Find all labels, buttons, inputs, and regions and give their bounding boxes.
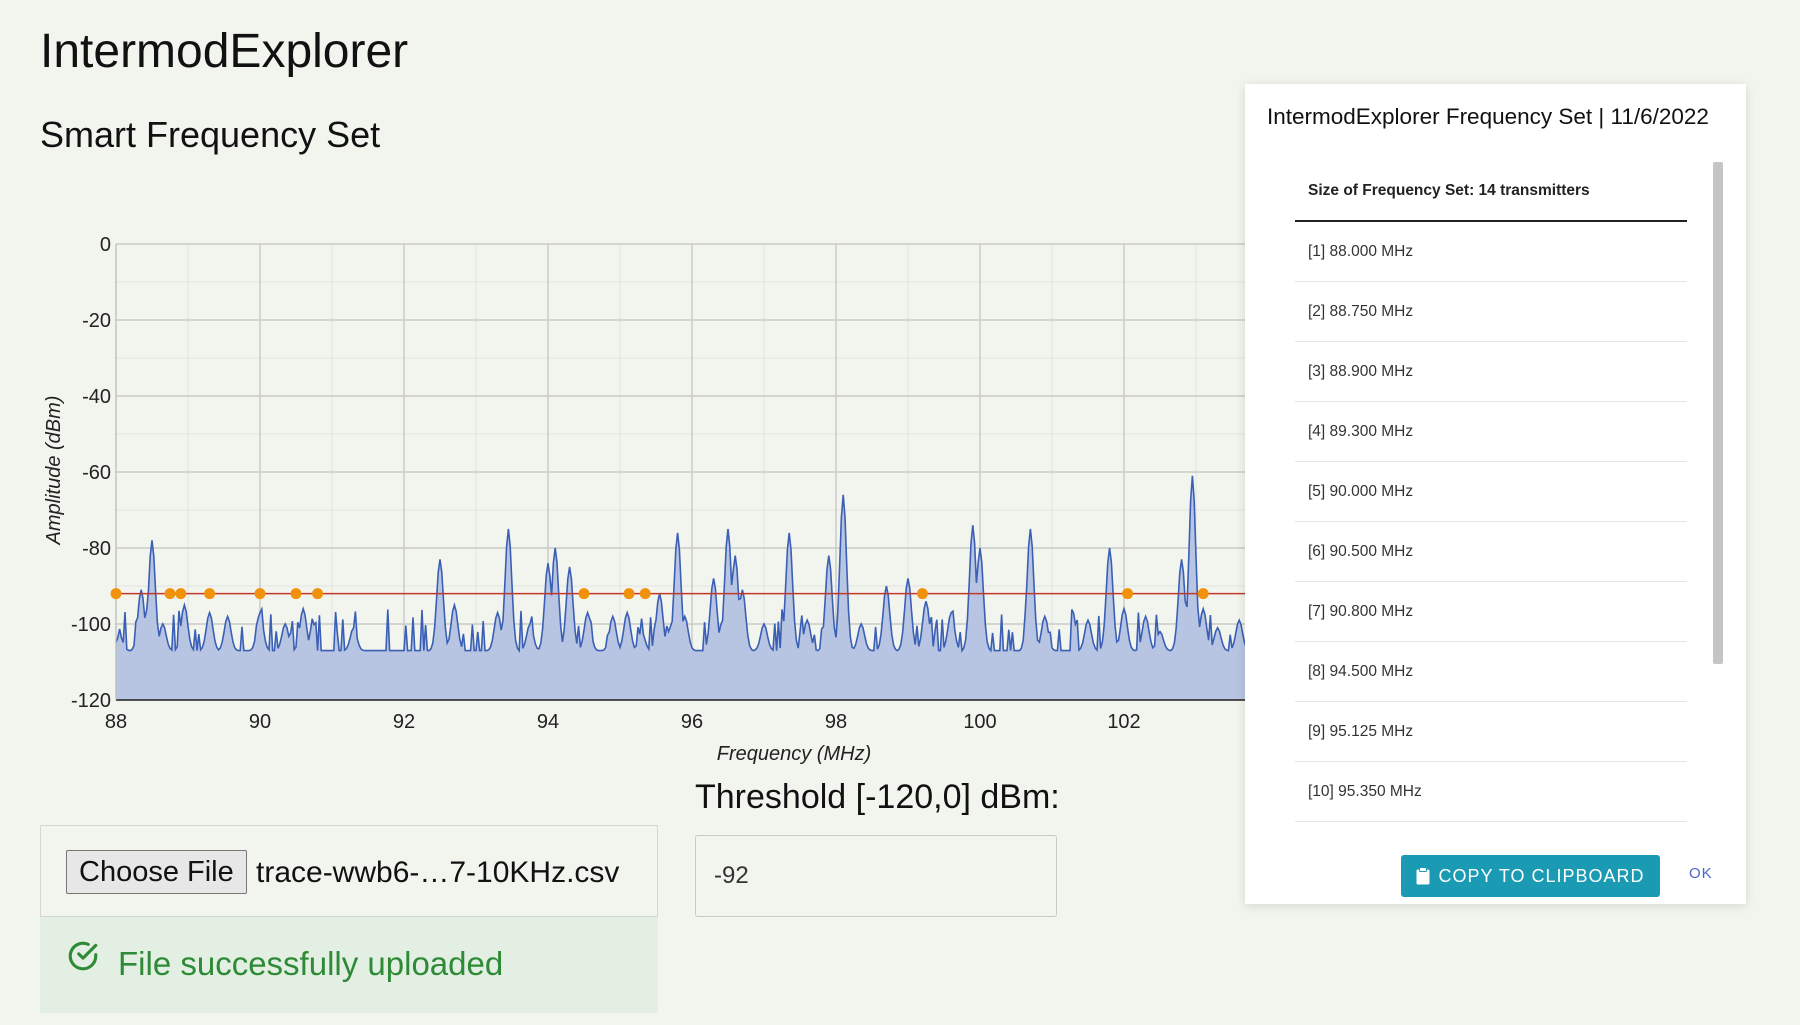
list-item: [9] 95.125 MHz (1295, 702, 1687, 762)
copy-to-clipboard-label: COPY TO CLIPBOARD (1438, 865, 1645, 886)
y-axis-label: Amplitude (dBm) (43, 396, 65, 546)
spectrum-chart-area: 0 -20 -40 -60 -80 -100 -120 88 90 92 94 96 98 100 102 F… (0, 0, 1245, 780)
file-upload-panel: Choose File trace-wwb6-…7-10KHz.csv (40, 825, 658, 917)
frequency-set-dialog: IntermodExplorer Frequency Set | 11/6/20… (1245, 84, 1746, 904)
list-item: [2] 88.750 MHz (1295, 282, 1687, 342)
dialog-title: IntermodExplorer Frequency Set | 11/6/20… (1267, 104, 1709, 129)
frequency-marker (254, 588, 266, 600)
x-tick-label: 94 (537, 711, 559, 733)
frequency-marker (312, 588, 324, 600)
frequency-marker (164, 588, 176, 600)
x-tick-label: 92 (393, 711, 415, 733)
upload-success-alert: File successfully uploaded (40, 917, 658, 1013)
x-tick-label: 90 (249, 711, 271, 733)
frequency-marker (916, 588, 928, 600)
list-item: [4] 89.300 MHz (1295, 402, 1687, 462)
list-item: [10] 95.350 MHz (1295, 762, 1687, 822)
threshold-label: Threshold [-120,0] dBm: (695, 778, 1060, 816)
list-item: [5] 90.000 MHz (1295, 462, 1687, 522)
frequency-marker (578, 588, 590, 600)
list-item: [1] 88.000 MHz (1295, 222, 1687, 282)
choose-file-button[interactable]: Choose File (66, 850, 247, 894)
upload-success-text: File successfully uploaded (118, 945, 504, 982)
frequency-marker (1122, 588, 1134, 600)
x-tick-label: 96 (681, 711, 703, 733)
selected-file-name: trace-wwb6-…7-10KHz.csv (256, 856, 620, 889)
list-item: [8] 94.500 MHz (1295, 642, 1687, 702)
y-tick-label: -120 (71, 690, 111, 712)
frequency-marker (623, 588, 635, 600)
spectrum-chart: 0 -20 -40 -60 -80 -100 -12088 90 92 94 96 98 100 102 F… (43, 234, 1245, 765)
check-circle-icon (68, 941, 98, 971)
frequency-marker (204, 588, 216, 600)
list-item: [3] 88.900 MHz (1295, 342, 1687, 402)
y-tick-label: -60 (82, 462, 111, 484)
threshold-input[interactable] (695, 835, 1057, 917)
y-tick-label: 0 (100, 234, 111, 256)
x-tick-label: 98 (825, 711, 847, 733)
clipboard-icon (1416, 867, 1430, 885)
frequency-set-size-header: Size of Frequency Set: 14 transmitters (1295, 162, 1687, 222)
copy-to-clipboard-button[interactable]: COPY TO CLIPBOARD (1401, 855, 1660, 897)
ok-button[interactable]: OK (1683, 864, 1719, 883)
x-tick-label: 88 (105, 711, 127, 733)
y-tick-label: -80 (82, 538, 111, 560)
x-tick-label: 102 (1107, 711, 1140, 733)
y-tick-label: -100 (71, 614, 111, 636)
y-tick-label: -40 (82, 386, 111, 408)
frequency-list[interactable]: Size of Frequency Set: 14 transmitters [… (1295, 162, 1687, 822)
frequency-marker (639, 588, 651, 600)
list-item: [7] 90.800 MHz (1295, 582, 1687, 642)
x-tick-label: 100 (963, 711, 996, 733)
frequency-marker (1197, 588, 1209, 600)
frequency-marker (110, 588, 122, 600)
y-tick-label: -20 (82, 310, 111, 332)
frequency-marker (290, 588, 302, 600)
list-item: [6] 90.500 MHz (1295, 522, 1687, 582)
list-scrollbar[interactable] (1713, 162, 1723, 664)
frequency-marker (175, 588, 187, 600)
x-axis-label: Frequency (MHz) (717, 743, 871, 765)
